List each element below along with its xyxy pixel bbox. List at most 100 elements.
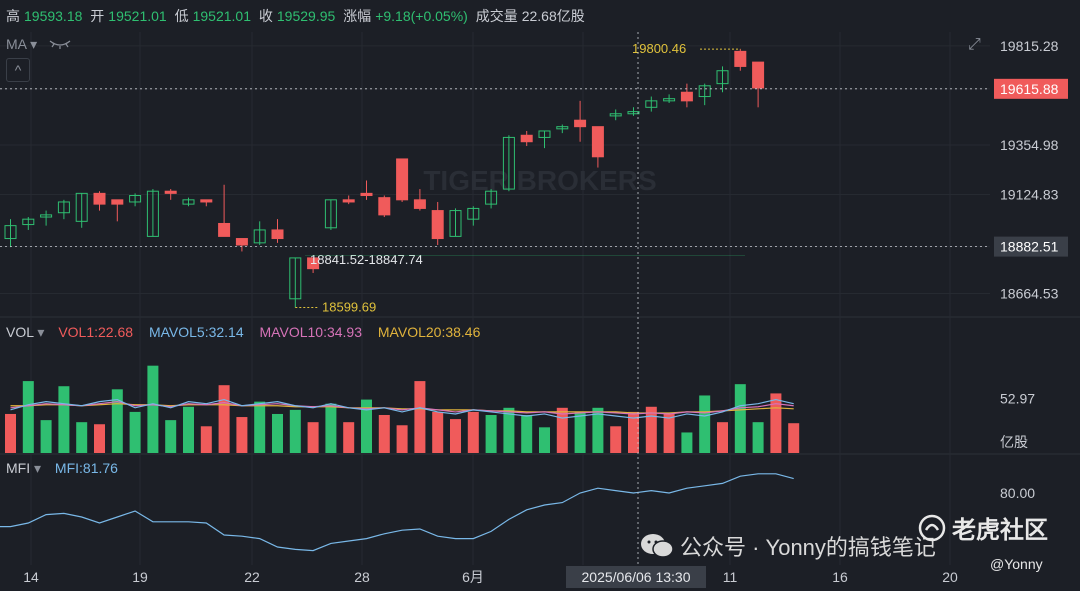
mfi-panel-header: MFI ▾ MFI:81.76 <box>6 460 118 477</box>
chevron-down-icon[interactable]: ▾ <box>37 324 44 340</box>
vol-panel-header: VOL ▾ VOL1:22.68 MAVOL5:32.14 MAVOL10:34… <box>6 324 480 341</box>
mfi-tick-label: 80.00 <box>1000 485 1035 501</box>
mfi-title[interactable]: MFI <box>6 460 30 476</box>
vol1-value: VOL1:22.68 <box>58 324 134 340</box>
candle-body <box>752 61 765 89</box>
volume-bar <box>325 403 337 453</box>
wechat-watermark: 公众号 · Yonny的搞钱笔记 <box>640 530 936 566</box>
grid-lines <box>0 32 1080 565</box>
vol-unit-label: 亿股 <box>1000 434 1028 450</box>
candle-body <box>93 192 106 205</box>
candle-body <box>680 91 693 102</box>
volume-bar <box>681 432 693 453</box>
volume-bar <box>165 420 177 453</box>
brand-text: 老虎社区 <box>952 517 1048 544</box>
mavol5-value: MAVOL5:32.14 <box>148 324 244 340</box>
volume-bar <box>574 411 586 453</box>
candle-body <box>520 134 533 143</box>
volume-bar <box>343 422 355 453</box>
handle-text: @Yonny <box>990 556 1043 572</box>
volume-bar <box>129 411 141 453</box>
volume-bar <box>22 381 34 453</box>
expand-glyph: ⤢ <box>968 36 981 53</box>
vol-title[interactable]: VOL <box>6 324 34 340</box>
price-tick-label: 18664.53 <box>1000 286 1059 302</box>
x-tick-label: 22 <box>244 569 260 585</box>
chevron-down-icon: ▾ <box>30 36 38 52</box>
x-tick-label: 20 <box>942 569 958 585</box>
crosshair-date-label: 2025/06/06 13:30 <box>582 569 691 585</box>
candle-body <box>164 190 177 194</box>
volume-bar <box>5 413 16 453</box>
candle-body <box>574 119 587 128</box>
candle-body <box>378 197 391 216</box>
candle-body <box>396 158 409 201</box>
range-text: 18841.52-18847.74 <box>310 252 423 267</box>
high-marker-label: 19800.46 <box>632 41 686 56</box>
volume-bar <box>76 422 88 453</box>
x-tick-label: 6月 <box>462 569 484 585</box>
volume-bar <box>610 426 622 453</box>
hidden-eye-icon[interactable] <box>49 36 71 52</box>
low-marker-label: 18599.69 <box>322 299 376 314</box>
candle-body <box>413 199 426 209</box>
candle-body <box>342 199 355 203</box>
candle-body <box>734 50 747 67</box>
candle-body <box>218 222 231 237</box>
volume-bar <box>218 385 230 453</box>
ma-indicator-button[interactable]: MA ▾ <box>6 36 71 53</box>
overlay: 19815.28 19615.88 19354.98 19124.83 18882.51… <box>0 32 1068 588</box>
ma-label: MA <box>6 36 27 52</box>
volume-bar <box>307 422 319 453</box>
candle-body <box>235 238 248 246</box>
collapse-button[interactable]: ^ <box>6 58 30 82</box>
candle-body <box>591 126 604 158</box>
volume-bar <box>734 384 746 453</box>
chevron-up-icon: ^ <box>14 62 22 78</box>
volume-bar <box>272 413 283 453</box>
volume-bar <box>432 411 444 453</box>
volume-bar <box>467 411 479 453</box>
volume-bar <box>414 381 426 453</box>
expand-icon[interactable]: ⤢ <box>968 36 988 56</box>
x-tick-label: 19 <box>132 569 148 585</box>
price-tick-label: 19615.88 <box>1000 81 1059 97</box>
volume-bar <box>94 424 105 453</box>
x-tick-label: 11 <box>723 569 738 585</box>
candle-body <box>431 210 444 240</box>
x-tick-label: 16 <box>832 569 848 585</box>
volume-bar <box>450 419 461 453</box>
volume-bar <box>111 389 123 453</box>
chevron-down-icon[interactable]: ▾ <box>34 460 41 476</box>
volume-bar <box>752 422 764 453</box>
volume-bar <box>378 414 390 453</box>
vol-tick-label: 52.97 <box>1000 391 1035 407</box>
chart-canvas[interactable]: TIGER BROKERS 19815.28 19615.88 19354.98 19… <box>0 0 1080 591</box>
volume-bar <box>556 407 568 453</box>
volume-bar <box>539 427 550 453</box>
volume-bar <box>58 386 70 453</box>
mavol10-value: MAVOL10:34.93 <box>259 324 362 340</box>
x-tick-label: 14 <box>23 569 39 585</box>
volume-bar <box>521 414 533 453</box>
price-tick-label: 19354.98 <box>1000 137 1059 153</box>
volume-bar <box>200 426 212 453</box>
price-tick-label: 18882.51 <box>1000 239 1059 255</box>
volume-bar <box>236 417 248 453</box>
candle-body <box>360 192 373 197</box>
candle-body <box>200 199 213 203</box>
tiger-watermark: TIGER BROKERS <box>423 165 656 196</box>
volume-bar <box>788 423 800 453</box>
volume-bar <box>289 409 301 453</box>
volume-bar <box>254 401 266 453</box>
wechat-icon <box>640 532 674 566</box>
volume-bar <box>40 420 52 453</box>
price-tick-label: 19815.28 <box>1000 38 1059 54</box>
volume-bar <box>663 413 675 453</box>
mavol20-value: MAVOL20:38.46 <box>377 324 481 340</box>
volume-bar <box>183 406 194 453</box>
mfi-value: MFI:81.76 <box>54 460 118 476</box>
candle-body <box>271 229 284 240</box>
volume-bar <box>717 422 728 453</box>
tiger-community-logo: 老虎社区 <box>918 510 1048 549</box>
